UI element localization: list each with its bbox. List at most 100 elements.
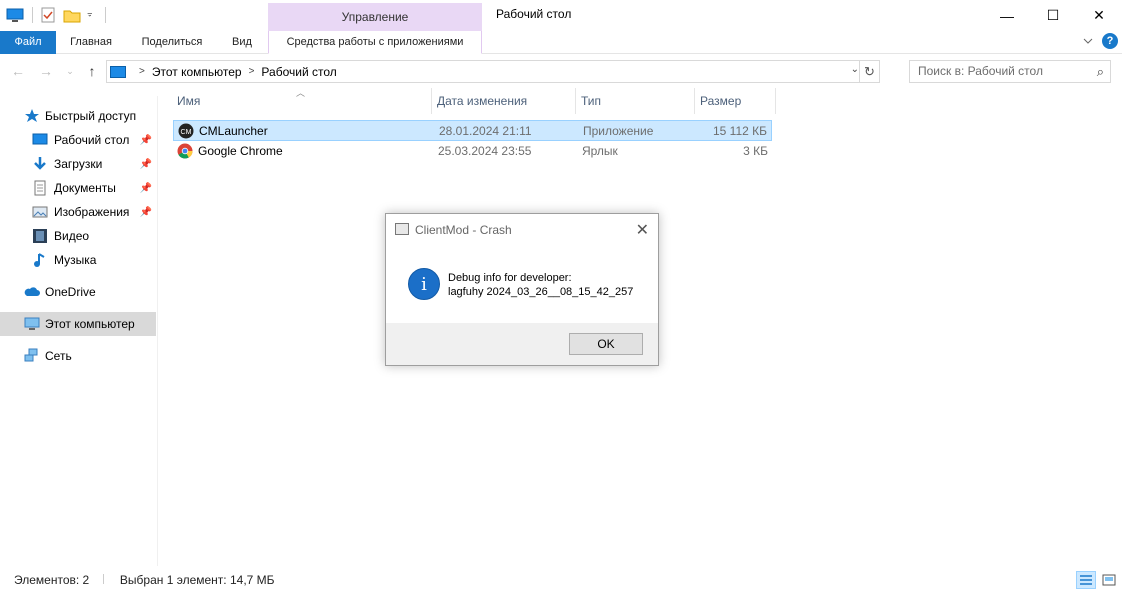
minimize-button[interactable]: — [984, 0, 1030, 31]
chrome-icon [177, 143, 193, 159]
chevron-down-icon[interactable]: ⌄ [851, 64, 859, 75]
breadcrumb-desktop[interactable]: Рабочий стол [261, 65, 336, 79]
back-arrow-icon[interactable]: ← [8, 61, 28, 81]
file-size: 15 112 КБ [712, 124, 767, 138]
ok-button[interactable]: OK [569, 333, 643, 355]
sidebar-item-label: Загрузки [54, 157, 103, 171]
dialog-body: i Debug info for developer: lagfuhy 2024… [386, 245, 658, 323]
close-button[interactable]: ✕ [1076, 0, 1122, 31]
refresh-icon[interactable]: ↻ [859, 61, 879, 82]
sidebar-item-music[interactable]: Музыка [0, 248, 156, 272]
video-icon [33, 229, 47, 243]
chevron-down-icon[interactable] [87, 7, 97, 23]
column-header-date[interactable]: Дата изменения [432, 88, 576, 114]
tab-application-tools[interactable]: Средства работы с приложениями [268, 31, 482, 54]
desktop-icon [32, 133, 48, 145]
sidebar-item-videos[interactable]: Видео [0, 224, 156, 248]
large-icons-view-icon [1102, 574, 1116, 586]
sidebar-item-label: Изображения [54, 205, 130, 219]
details-view-button[interactable] [1076, 571, 1096, 589]
chevron-down-icon[interactable]: ⌄ [60, 61, 80, 81]
search-icon: ⌕ [1096, 64, 1104, 79]
dialog-title-bar: ClientMod - Crash ✕ [386, 214, 658, 245]
network-icon [24, 348, 38, 362]
sidebar-item-label: Музыка [54, 253, 97, 267]
address-bar[interactable]: > Этот компьютер > Рабочий стол ⌄ ↻ [106, 60, 880, 83]
maximize-button[interactable]: ☐ [1030, 0, 1076, 31]
sidebar-item-label: Документы [54, 181, 116, 195]
column-header-name[interactable]: Имя [172, 88, 432, 114]
file-date: 28.01.2024 21:11 [439, 124, 532, 138]
file-row-cmlauncher[interactable]: CM CMLauncher 28.01.2024 21:11 Приложени… [173, 120, 772, 141]
file-row-google-chrome[interactable]: Google Chrome 25.03.2024 23:55 Ярлык 3 К… [173, 141, 772, 162]
dialog-title: ClientMod - Crash [415, 223, 512, 237]
chevron-down-icon[interactable] [1082, 36, 1094, 46]
dialog-footer: OK [386, 323, 658, 365]
item-count: Элементов: 2 [14, 573, 90, 587]
toolbar-divider [32, 7, 33, 23]
sidebar-item-label: Видео [54, 229, 90, 243]
music-icon [34, 253, 45, 267]
up-arrow-icon[interactable]: ↑ [82, 61, 102, 81]
sidebar-item-onedrive[interactable]: OneDrive [0, 280, 156, 304]
pin-icon[interactable]: 📌 [140, 135, 152, 146]
sidebar-item-documents[interactable]: Документы 📌 [0, 176, 156, 200]
chevron-right-icon[interactable]: > [139, 66, 145, 77]
tab-share[interactable]: Поделиться [134, 31, 210, 54]
sidebar-item-network[interactable]: Сеть [0, 344, 156, 368]
column-header-size[interactable]: Размер [695, 88, 776, 114]
status-bar: Элементов: 2 Выбран 1 элемент: 14,7 МБ [14, 573, 275, 587]
sidebar-item-desktop[interactable]: Рабочий стол 📌 [0, 128, 156, 152]
sidebar-item-pictures[interactable]: Изображения 📌 [0, 200, 156, 224]
quick-access-toolbar [6, 6, 112, 24]
svg-text:CM: CM [181, 129, 192, 136]
sidebar-item-this-pc[interactable]: Этот компьютер [0, 312, 156, 336]
crash-dialog: ClientMod - Crash ✕ i Debug info for dev… [385, 213, 659, 366]
computer-icon [24, 317, 40, 330]
pin-icon[interactable]: 📌 [140, 207, 152, 218]
chevron-right-icon[interactable]: > [249, 66, 255, 77]
message-line-2: lagfuhy 2024_03_26__08_15_42_257 [448, 286, 634, 298]
pin-icon[interactable]: 📌 [140, 183, 152, 194]
search-input[interactable]: Поиск в: Рабочий стол ⌕ [909, 60, 1111, 83]
message-line-1: Debug info for developer: [448, 272, 572, 284]
star-icon [25, 109, 39, 122]
file-name: Google Chrome [198, 144, 283, 158]
download-icon [34, 157, 46, 170]
sidebar-item-quick-access[interactable]: Быстрый доступ [0, 104, 156, 128]
title-bar: Управление Рабочий стол — ☐ ✕ [0, 0, 1122, 31]
breadcrumb-this-pc[interactable]: Этот компьютер [152, 65, 242, 79]
app-window-icon [395, 223, 409, 235]
navigation-bar: ← → ⌄ ↑ > Этот компьютер > Рабочий стол … [0, 57, 1122, 85]
cmlauncher-app-icon: CM [178, 123, 194, 139]
pin-icon[interactable]: 📌 [140, 159, 152, 170]
ribbon-controls: ? [1082, 33, 1118, 49]
new-folder-icon[interactable] [63, 7, 81, 23]
selection-info: Выбран 1 элемент: 14,7 МБ [119, 573, 275, 587]
manage-contextual-tab[interactable]: Управление [268, 3, 482, 31]
document-icon [34, 180, 46, 196]
tab-file[interactable]: Файл [0, 31, 56, 54]
navigation-pane: Быстрый доступ Рабочий стол 📌 Загрузки 📌… [0, 96, 158, 566]
computer-icon[interactable] [6, 7, 24, 23]
tab-home[interactable]: Главная [62, 31, 120, 54]
cloud-icon [24, 287, 40, 296]
sidebar-item-label: Рабочий стол [54, 133, 130, 147]
large-icons-view-button[interactable] [1099, 571, 1119, 589]
file-name: CMLauncher [199, 124, 268, 138]
toolbar-divider [105, 7, 106, 23]
column-header-type[interactable]: Тип [576, 88, 695, 114]
help-icon[interactable]: ? [1102, 33, 1118, 49]
image-icon [32, 206, 48, 218]
close-icon[interactable]: ✕ [636, 220, 649, 240]
sidebar-item-downloads[interactable]: Загрузки 📌 [0, 152, 156, 176]
file-date: 25.03.2024 23:55 [438, 144, 532, 158]
dialog-message: Debug info for developer: lagfuhy 2024_0… [448, 271, 633, 299]
search-placeholder: Поиск в: Рабочий стол [918, 64, 1043, 78]
tab-view[interactable]: Вид [224, 31, 260, 54]
info-icon: i [408, 268, 440, 300]
forward-arrow-icon[interactable]: → [36, 61, 56, 81]
sidebar-item-label: Этот компьютер [45, 317, 135, 331]
properties-icon[interactable] [39, 7, 57, 23]
file-type: Приложение [583, 124, 654, 138]
